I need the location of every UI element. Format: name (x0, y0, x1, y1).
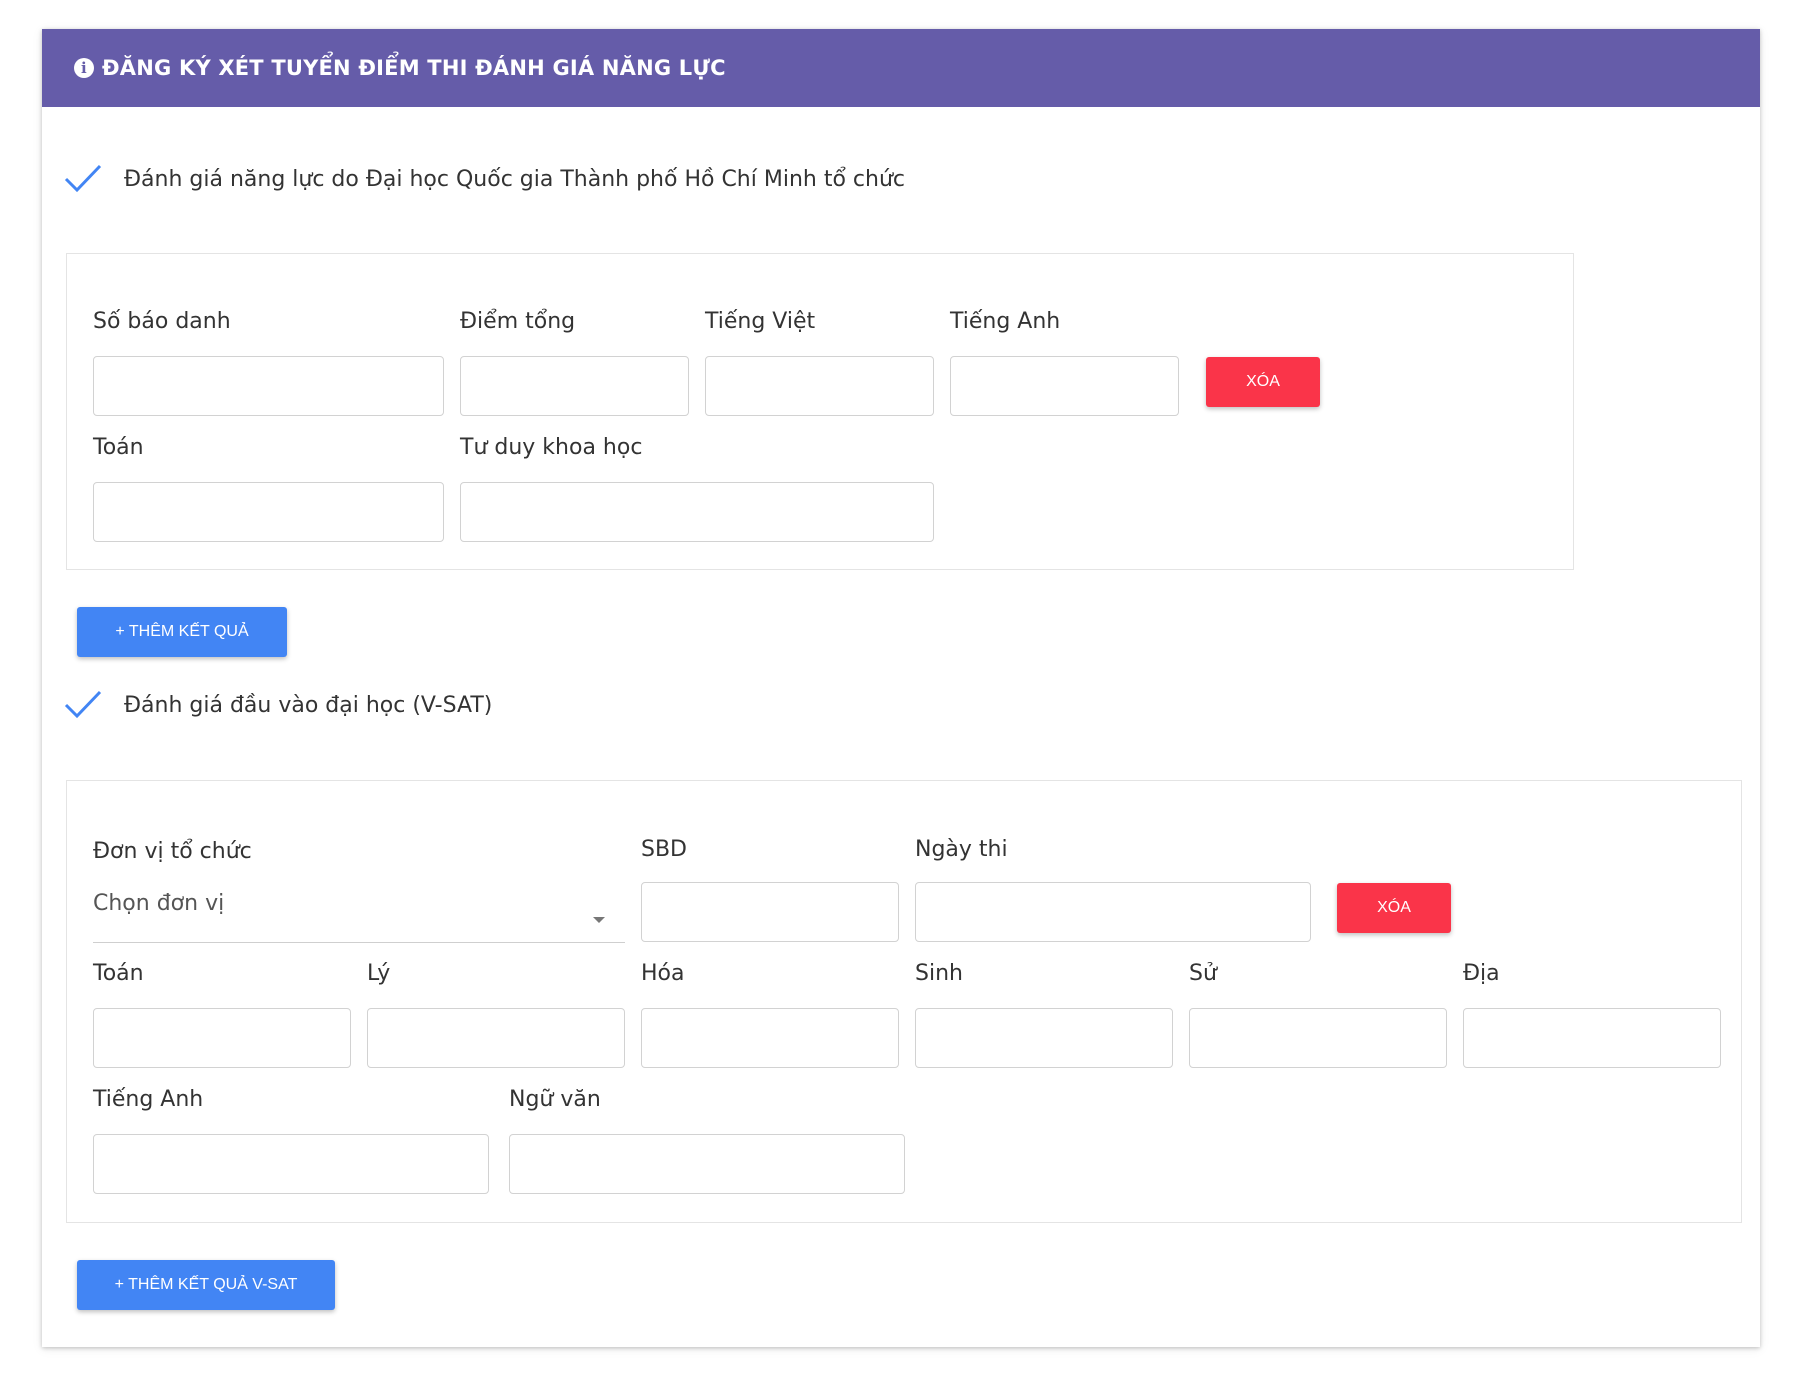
vsat-delete-button[interactable]: XÓA (1337, 883, 1451, 933)
toan-input[interactable] (93, 482, 444, 542)
tu-duy-khoa-hoc-label: Tư duy khoa học (460, 435, 643, 460)
hoa-input[interactable] (641, 1008, 899, 1068)
info-circle-icon: i (74, 58, 94, 78)
ngay-thi-input[interactable] (915, 882, 1311, 942)
tieng-anh-input[interactable] (950, 356, 1179, 416)
dgnl-result-panel: Số báo danh Điểm tổng Tiếng Việt Tiếng A… (66, 253, 1574, 570)
vsat-result-panel: Đơn vị tổ chức SBD Ngày thi Chọn đơn vị … (66, 780, 1742, 1223)
vsat-checkbox-label: Đánh giá đầu vào đại học (V-SAT) (124, 692, 493, 718)
sinh-input[interactable] (915, 1008, 1173, 1068)
tieng-viet-input[interactable] (705, 356, 934, 416)
don-vi-to-chuc-label: Đơn vị tổ chức (93, 839, 252, 864)
vsat-tieng-anh-input[interactable] (93, 1134, 489, 1194)
don-vi-select-value: Chọn đơn vị (93, 891, 225, 916)
tieng-viet-label: Tiếng Việt (705, 309, 816, 334)
sbd-label: SBD (641, 837, 687, 862)
caret-down-icon (593, 917, 605, 923)
dgnl-checkbox-row[interactable]: Đánh giá năng lực do Đại học Quốc gia Th… (64, 163, 905, 195)
tu-duy-khoa-hoc-input[interactable] (460, 482, 934, 542)
su-input[interactable] (1189, 1008, 1447, 1068)
hoa-label: Hóa (641, 961, 685, 986)
su-label: Sử (1189, 961, 1217, 986)
ngu-van-input[interactable] (509, 1134, 905, 1194)
so-bao-danh-label: Số báo danh (93, 309, 231, 334)
so-bao-danh-input[interactable] (93, 356, 444, 416)
dia-label: Địa (1463, 961, 1500, 986)
ly-label: Lý (367, 961, 391, 986)
add-result-button[interactable]: + THÊM KẾT QUẢ (77, 607, 287, 657)
vsat-toan-input[interactable] (93, 1008, 351, 1068)
dgnl-checkbox-label: Đánh giá năng lực do Đại học Quốc gia Th… (124, 166, 905, 192)
toan-label: Toán (93, 435, 144, 460)
checkmark-icon[interactable] (64, 689, 104, 721)
ngay-thi-label: Ngày thi (915, 837, 1008, 862)
vsat-tieng-anh-label: Tiếng Anh (93, 1087, 204, 1112)
dgnl-delete-button[interactable]: XÓA (1206, 357, 1320, 407)
checkmark-icon[interactable] (64, 163, 104, 195)
diem-tong-label: Điểm tổng (460, 309, 576, 334)
diem-tong-input[interactable] (460, 356, 689, 416)
add-vsat-result-button[interactable]: + THÊM KẾT QUẢ V-SAT (77, 1260, 335, 1310)
ngu-van-label: Ngữ văn (509, 1087, 601, 1112)
vsat-toan-label: Toán (93, 961, 144, 986)
ly-input[interactable] (367, 1008, 625, 1068)
vsat-checkbox-row[interactable]: Đánh giá đầu vào đại học (V-SAT) (64, 689, 492, 721)
registration-card: i ĐĂNG KÝ XÉT TUYỂN ĐIỂM THI ĐÁNH GIÁ NĂ… (42, 29, 1760, 1347)
dia-input[interactable] (1463, 1008, 1721, 1068)
card-title: ĐĂNG KÝ XÉT TUYỂN ĐIỂM THI ĐÁNH GIÁ NĂNG… (102, 56, 726, 80)
sbd-input[interactable] (641, 882, 899, 942)
sinh-label: Sinh (915, 961, 963, 986)
card-header: i ĐĂNG KÝ XÉT TUYỂN ĐIỂM THI ĐÁNH GIÁ NĂ… (42, 29, 1760, 107)
don-vi-select[interactable]: Chọn đơn vị (93, 883, 625, 943)
tieng-anh-label: Tiếng Anh (950, 309, 1061, 334)
